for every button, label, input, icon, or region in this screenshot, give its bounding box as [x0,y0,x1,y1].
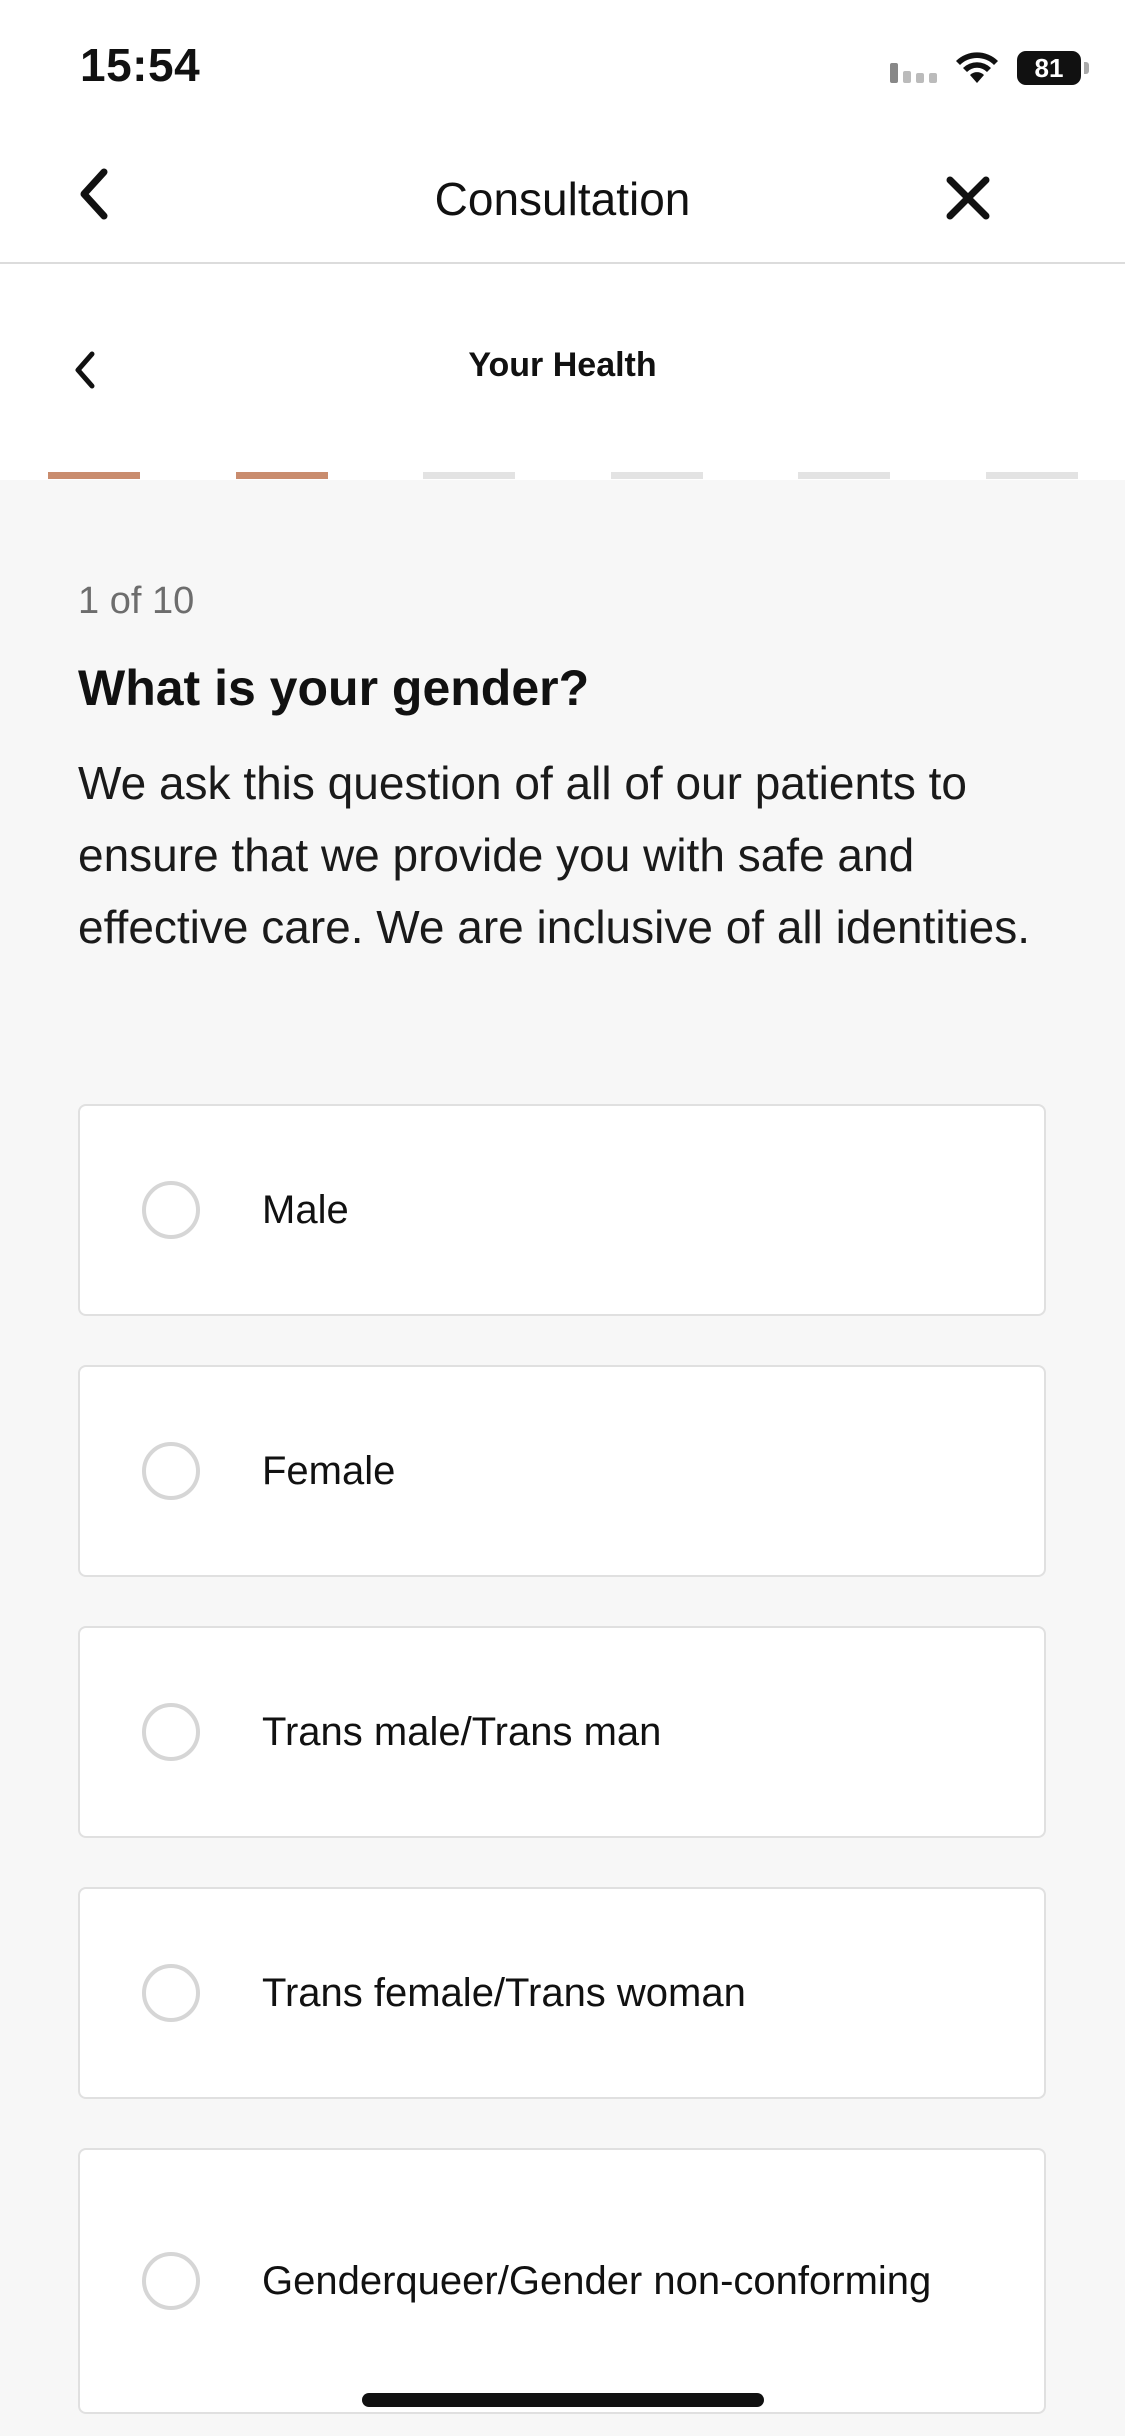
wifi-icon [956,52,998,83]
option-trans-male[interactable]: Trans male/Trans man [78,1626,1046,1838]
battery-icon: 81 [1017,51,1089,85]
question-content: 1 of 10 What is your gender? We ask this… [78,580,1048,963]
option-trans-female[interactable]: Trans female/Trans woman [78,1887,1046,2099]
progress-segment [611,472,703,479]
progress-indicator [0,472,1125,480]
question-description: We ask this question of all of our patie… [78,757,1030,953]
radio-button[interactable] [142,1964,200,2022]
option-label: Trans female/Trans woman [262,1971,746,2015]
option-label: Male [262,1188,349,1232]
radio-button[interactable] [142,2252,200,2310]
option-label: Genderqueer/Gender non-conforming [262,2259,932,2303]
battery-level: 81 [1034,52,1064,83]
progress-segment [798,472,890,479]
question-title: What is your gender? [78,660,590,716]
navigation-bar: Consultation [0,130,1125,264]
option-female[interactable]: Female [78,1365,1046,1577]
option-label: Trans male/Trans man [262,1710,662,1754]
section-header: Your Health [0,264,1125,480]
status-time: 15:54 [80,39,201,91]
radio-button[interactable] [142,1442,200,1500]
section-title: Your Health [468,346,657,384]
status-icons: 81 [890,48,1089,88]
question-step: 1 of 10 [78,580,195,622]
progress-segment [48,472,140,479]
close-icon[interactable] [940,170,996,226]
option-male[interactable]: Male [78,1104,1046,1316]
home-indicator[interactable] [362,2393,764,2407]
answer-options: Male Female Trans male/Trans man Trans f… [78,1104,1046,2436]
option-label: Female [262,1449,396,1493]
status-bar: 15:54 81 [0,0,1125,130]
radio-button[interactable] [142,1703,200,1761]
progress-segment [986,472,1078,479]
progress-segment [423,472,515,479]
cellular-signal-icon [890,53,937,83]
option-genderqueer[interactable]: Genderqueer/Gender non-conforming [78,2148,1046,2414]
progress-segment [236,472,328,479]
radio-button[interactable] [142,1181,200,1239]
